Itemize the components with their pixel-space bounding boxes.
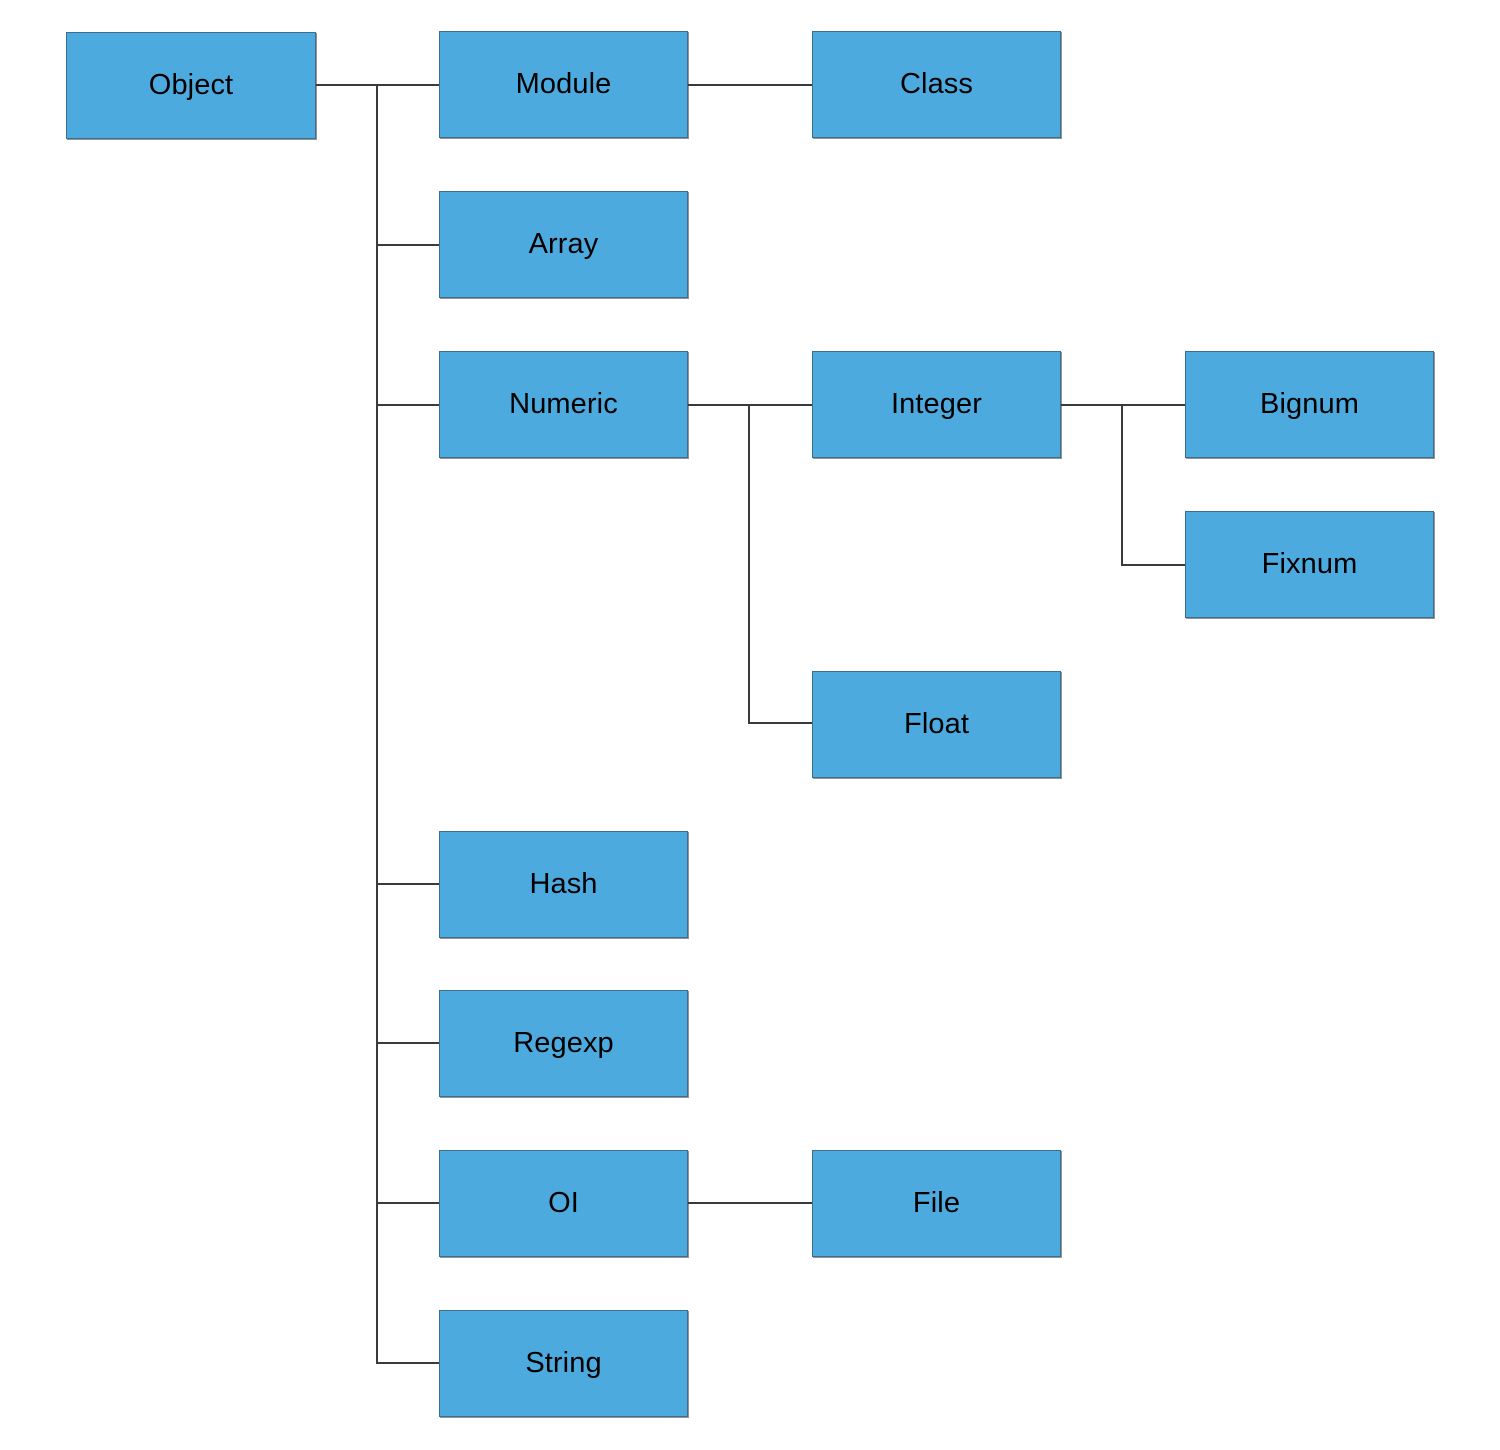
node-label-float: Float: [904, 708, 969, 740]
edge-integer-to-fixnum: [1121, 405, 1185, 566]
node-class[interactable]: Class: [812, 31, 1061, 138]
node-label-class: Class: [899, 68, 973, 100]
node-file[interactable]: File: [812, 1150, 1061, 1257]
node-label-hash: Hash: [529, 868, 598, 900]
node-label-integer: Integer: [891, 388, 982, 420]
edge-object-to-oi: [376, 1043, 439, 1204]
edge-layer: [316, 84, 1185, 1364]
node-label-bignum: Bignum: [1260, 388, 1359, 420]
class-hierarchy-diagram: Object Module Class Array Numeric Integer Bign…: [0, 0, 1500, 1450]
node-label-module: Module: [515, 68, 612, 100]
node-integer[interactable]: Integer: [812, 351, 1061, 458]
edge-object-to-regexp: [376, 884, 439, 1044]
node-label-file: File: [912, 1187, 961, 1219]
node-label-oi: OI: [548, 1187, 579, 1219]
edge-object-to-hash: [376, 405, 439, 885]
edge-object-to-numeric: [376, 245, 439, 406]
node-numeric[interactable]: Numeric: [439, 351, 688, 458]
node-bignum[interactable]: Bignum: [1185, 351, 1434, 458]
node-label-regexp: Regexp: [513, 1027, 614, 1059]
node-label-object: Object: [148, 69, 234, 101]
node-label-array: Array: [528, 228, 599, 260]
node-fixnum[interactable]: Fixnum: [1185, 511, 1434, 618]
edge-numeric-to-float: [748, 405, 812, 724]
edge-object-to-array: [376, 85, 439, 246]
node-label-string: String: [525, 1347, 602, 1379]
node-hash[interactable]: Hash: [439, 831, 688, 938]
node-label-numeric: Numeric: [509, 388, 618, 420]
node-array[interactable]: Array: [439, 191, 688, 298]
node-label-fixnum: Fixnum: [1261, 548, 1358, 580]
edge-object-to-string: [376, 1203, 439, 1364]
node-string[interactable]: String: [439, 1310, 688, 1417]
node-object[interactable]: Object: [66, 32, 316, 139]
node-regexp[interactable]: Regexp: [439, 990, 688, 1097]
node-oi[interactable]: OI: [439, 1150, 688, 1257]
node-module[interactable]: Module: [439, 31, 688, 138]
node-float[interactable]: Float: [812, 671, 1061, 778]
